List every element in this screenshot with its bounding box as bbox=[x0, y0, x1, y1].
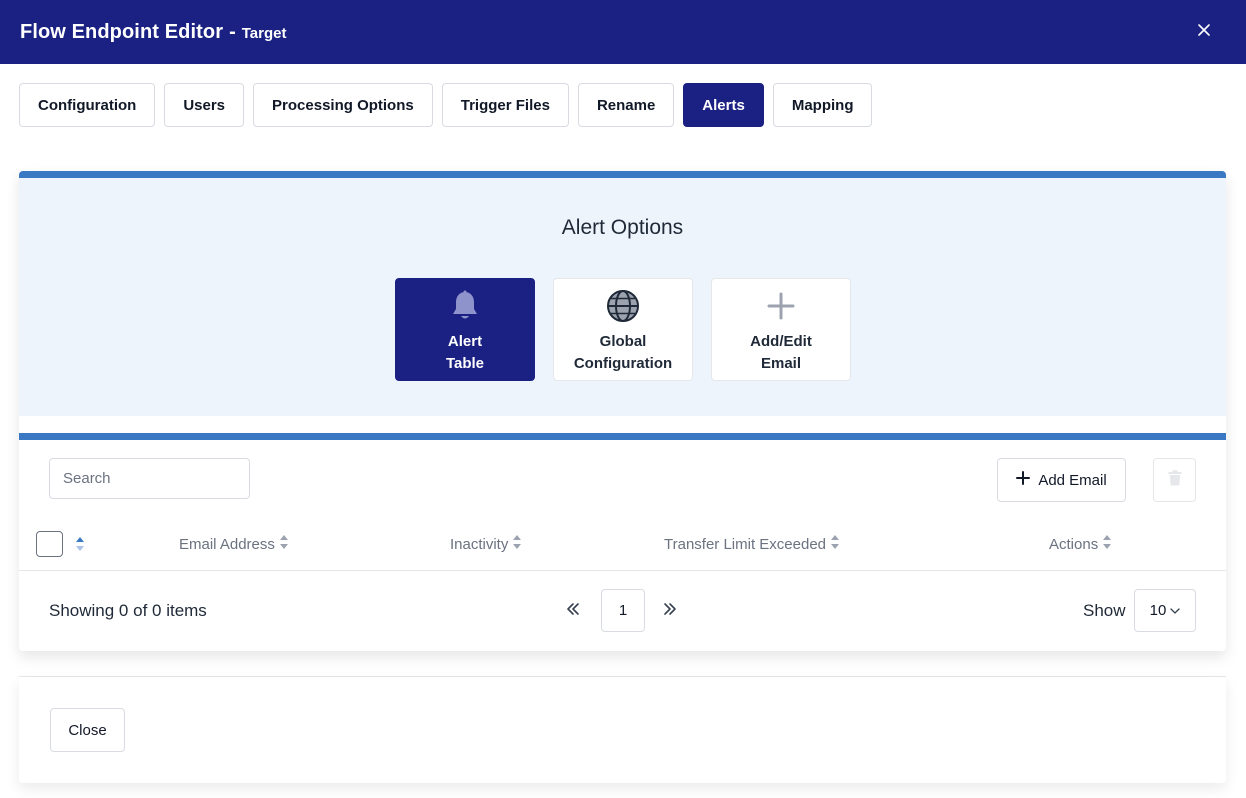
tab-mapping[interactable]: Mapping bbox=[772, 83, 873, 127]
sort-icon bbox=[1102, 534, 1112, 554]
page-size-value: 10 bbox=[1149, 602, 1167, 619]
chevron-down-icon bbox=[1170, 602, 1180, 619]
current-page[interactable]: 1 bbox=[601, 589, 645, 632]
alert-table-button[interactable]: Alert Table bbox=[395, 278, 535, 381]
alert-table-label: Alert Table bbox=[445, 333, 485, 372]
delete-button[interactable] bbox=[1153, 458, 1196, 502]
globe-icon bbox=[606, 289, 640, 323]
sort-icon bbox=[279, 534, 289, 554]
first-page-icon[interactable] bbox=[565, 601, 581, 622]
bell-icon bbox=[448, 289, 482, 323]
column-email-address[interactable]: Email Address bbox=[179, 534, 289, 554]
global-configuration-label: Global Configuration bbox=[573, 333, 673, 372]
alert-options-title: Alert Options bbox=[561, 216, 684, 239]
tab-alerts[interactable]: Alerts bbox=[683, 83, 764, 127]
column-inactivity[interactable]: Inactivity bbox=[450, 534, 522, 554]
tab-trigger-files[interactable]: Trigger Files bbox=[441, 83, 569, 127]
table-accent-bar bbox=[19, 433, 1226, 440]
add-email-button[interactable]: Add Email bbox=[997, 458, 1126, 502]
modal-body: Configuration Users Processing Options T… bbox=[0, 64, 1246, 798]
trash-icon bbox=[1168, 469, 1182, 491]
tab-configuration[interactable]: Configuration bbox=[19, 83, 156, 127]
add-edit-email-label: Add/Edit Email bbox=[750, 333, 812, 372]
tab-processing-options[interactable]: Processing Options bbox=[253, 83, 433, 127]
table-header: Email Address Inactivity Transfer Limit … bbox=[19, 523, 1226, 571]
tab-rename[interactable]: Rename bbox=[577, 83, 675, 127]
alerts-card: Alert Options Alert Table Global Configu… bbox=[19, 171, 1226, 651]
page-size-select[interactable]: 10 bbox=[1134, 589, 1196, 632]
plus-icon bbox=[764, 289, 798, 323]
tab-users[interactable]: Users bbox=[164, 83, 245, 127]
close-button[interactable]: Close bbox=[50, 708, 125, 752]
add-edit-email-button[interactable]: Add/Edit Email bbox=[711, 278, 851, 381]
search-input[interactable] bbox=[49, 458, 250, 499]
alert-options-panel: Alert Options Alert Table Global Configu… bbox=[19, 178, 1226, 416]
sort-icon bbox=[830, 534, 840, 554]
close-icon[interactable] bbox=[1192, 18, 1216, 42]
sort-icon bbox=[512, 534, 522, 554]
modal-subtitle: Target bbox=[241, 25, 287, 42]
modal-header: Flow Endpoint Editor - Target bbox=[0, 0, 1246, 64]
modal-title: Flow Endpoint Editor bbox=[20, 20, 224, 43]
showing-count: Showing 0 of 0 items bbox=[49, 601, 207, 620]
show-label: Show bbox=[1083, 601, 1126, 620]
last-page-icon[interactable] bbox=[662, 601, 678, 622]
global-configuration-button[interactable]: Global Configuration bbox=[553, 278, 693, 381]
pagination-bar: Showing 0 of 0 items 1 Show 10 bbox=[19, 571, 1226, 651]
plus-icon bbox=[1016, 471, 1031, 489]
tab-bar: Configuration Users Processing Options T… bbox=[19, 83, 873, 127]
modal-footer: Close bbox=[19, 677, 1226, 783]
column-transfer-limit-exceeded[interactable]: Transfer Limit Exceeded bbox=[664, 534, 840, 554]
sort-icon[interactable] bbox=[75, 536, 85, 557]
select-all-checkbox[interactable] bbox=[36, 531, 63, 557]
alert-options-buttons: Alert Table Global Configuration Add/Edi… bbox=[395, 278, 851, 381]
card-accent-bar bbox=[19, 171, 1226, 178]
title-separator: - bbox=[229, 20, 236, 43]
add-email-label: Add Email bbox=[1038, 471, 1107, 489]
column-actions[interactable]: Actions bbox=[1049, 534, 1112, 554]
